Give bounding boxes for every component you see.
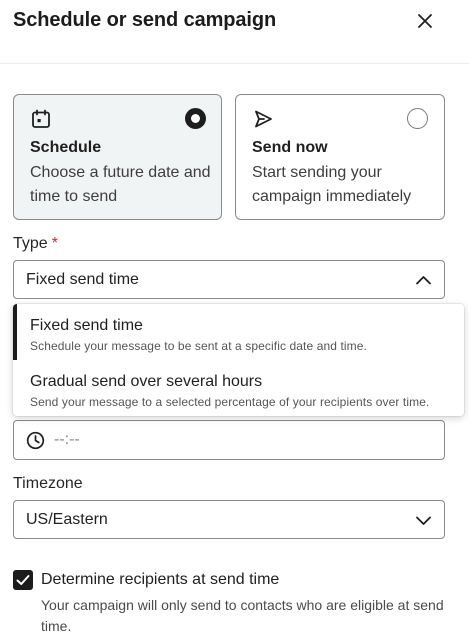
type-option-title: Fixed send time (30, 317, 143, 334)
send-time-field[interactable] (13, 420, 445, 460)
type-select[interactable]: Fixed send time (13, 260, 445, 299)
timezone-select-value: US/Eastern (26, 511, 108, 528)
type-option-description: Schedule your message to be sent at a sp… (30, 339, 367, 353)
send-now-option-card[interactable]: Send now Start sending your campaign imm… (235, 94, 445, 220)
type-label: Type * (13, 235, 58, 253)
type-option-fixed[interactable]: Fixed send time Schedule your message to… (13, 304, 464, 360)
type-dropdown-menu: Fixed send time Schedule your message to… (13, 304, 464, 416)
send-icon (255, 110, 272, 128)
calendar-icon (32, 109, 50, 128)
schedule-option-card[interactable]: Schedule Choose a future date and time t… (13, 94, 222, 220)
modal-title: Schedule or send campaign (13, 9, 277, 31)
required-marker: * (51, 235, 58, 252)
schedule-option-description: Choose a future date and time to send (30, 164, 211, 205)
chevron-down-icon (416, 516, 431, 525)
type-select-value: Fixed send time (26, 271, 139, 288)
recipients-checkbox[interactable] (13, 570, 33, 590)
type-option-gradual[interactable]: Gradual send over several hours Send you… (13, 360, 464, 416)
modal-header: Schedule or send campaign (0, 0, 469, 64)
send-now-option-title: Send now (252, 139, 328, 156)
recipients-checkbox-label[interactable]: Determine recipients at send time (41, 571, 279, 589)
send-now-option-description: Start sending your campaign immediately (252, 164, 412, 205)
clock-icon (26, 431, 45, 450)
close-icon[interactable] (414, 10, 436, 32)
schedule-radio[interactable] (185, 108, 206, 129)
timezone-select[interactable]: US/Eastern (13, 500, 445, 539)
recipients-checkbox-help: Your campaign will only send to contacts… (41, 597, 444, 634)
send-now-radio[interactable] (407, 108, 428, 129)
type-option-description: Send your message to a selected percenta… (30, 395, 430, 409)
checkmark-icon (16, 575, 30, 585)
type-label-text: Type (13, 235, 48, 252)
send-time-input[interactable] (54, 429, 424, 451)
schedule-option-title: Schedule (30, 139, 102, 156)
type-option-title: Gradual send over several hours (30, 373, 263, 390)
chevron-up-icon (416, 276, 431, 285)
timezone-label: Timezone (13, 475, 83, 492)
